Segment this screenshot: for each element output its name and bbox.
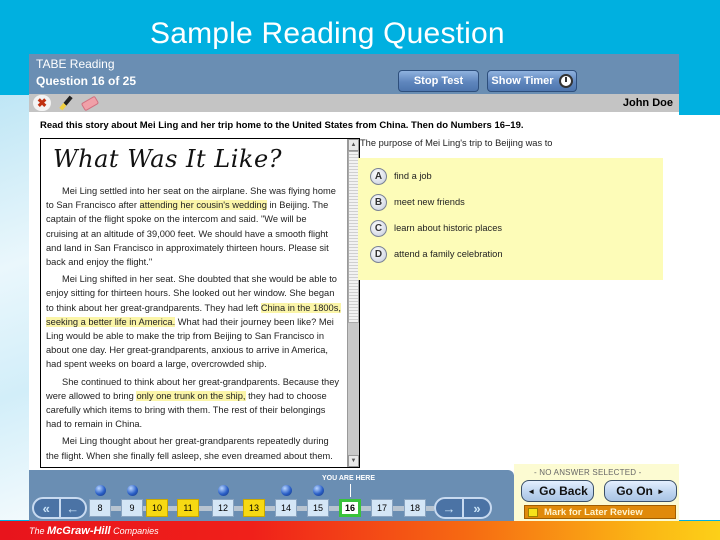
brand-name: McGraw-Hill (47, 525, 111, 537)
next-page-icon[interactable]: → (436, 499, 462, 517)
answer-bubble[interactable]: C (370, 219, 387, 237)
background-decoration-right (678, 115, 720, 520)
company-logo: The McGraw-Hill Companies (29, 525, 159, 537)
eraser-icon[interactable] (80, 95, 100, 111)
answer-text: find a job (394, 171, 432, 181)
answered-indicator-icon (313, 485, 324, 496)
passage-paragraph: Mei Ling thought about her great-grandpa… (46, 436, 333, 461)
go-on-button[interactable]: Go On ► (604, 480, 677, 502)
answer-text: meet new friends (394, 197, 465, 207)
answer-option-d[interactable]: D attend a family celebration (370, 244, 503, 264)
right-triangle-icon: ► (656, 486, 665, 496)
question-nav-16[interactable]: 16 (339, 499, 361, 517)
test-header: TABE Reading Question 16 of 25 Stop Test… (29, 54, 679, 94)
reading-passage[interactable]: What Was It Like? Mei Ling settled into … (40, 138, 360, 468)
clock-icon (558, 74, 573, 88)
answer-options: A find a job B meet new friends C learn … (358, 158, 663, 280)
checkbox-icon (528, 507, 538, 517)
back-arrows: « ← (32, 497, 87, 519)
x-mark-icon[interactable]: ✖ (33, 95, 51, 111)
answer-status: - NO ANSWER SELECTED - (534, 468, 642, 477)
question-nav-10[interactable]: 10 (146, 499, 168, 517)
question-counter: Question 16 of 25 (36, 74, 137, 88)
question-nav-9[interactable]: 9 (121, 499, 143, 517)
question-nav-14[interactable]: 14 (275, 499, 297, 517)
answer-option-b[interactable]: B meet new friends (370, 192, 465, 212)
last-page-icon[interactable]: » (462, 499, 490, 517)
prev-page-icon[interactable]: ← (58, 499, 86, 517)
test-app-window: TABE Reading Question 16 of 25 Stop Test… (29, 54, 679, 521)
go-back-button[interactable]: ◄ Go Back (521, 480, 594, 502)
passage-paragraph: She continued to think about her great-g… (46, 376, 340, 430)
question-nav-11[interactable]: 11 (177, 499, 199, 517)
question-nav-18[interactable]: 18 (404, 499, 426, 517)
instructions: Read this story about Mei Ling and her t… (40, 120, 524, 131)
forward-arrows: → » (434, 497, 492, 519)
mark-review-label: Mark for Later Review (544, 506, 643, 518)
brand-prefix: The (29, 526, 45, 536)
test-name: TABE Reading (36, 57, 115, 71)
background-decoration (0, 95, 30, 520)
answer-bubble[interactable]: B (370, 193, 387, 211)
answered-indicator-icon (281, 485, 292, 496)
passage-body: Mei Ling settled into her seat on the ai… (46, 184, 341, 466)
answer-option-a[interactable]: A find a job (370, 166, 432, 186)
left-triangle-icon: ◄ (527, 486, 536, 496)
question-nav-15[interactable]: 15 (307, 499, 329, 517)
question-navigator: YOU ARE HERE « ← 8 9 10 11 12 13 14 15 16 17 18 → … (29, 470, 514, 521)
highlighter-icon[interactable] (57, 95, 75, 111)
question-nav-8[interactable]: 8 (89, 499, 111, 517)
passage-paragraph: Mei Ling shifted in her seat. She doubte… (46, 274, 341, 370)
question-nav-13[interactable]: 13 (243, 499, 265, 517)
answer-text: attend a family celebration (394, 249, 503, 259)
go-back-label: Go Back (539, 484, 588, 498)
show-timer-label: Show Timer (491, 75, 554, 87)
stop-test-button[interactable]: Stop Test (398, 70, 479, 92)
answered-indicator-icon (127, 485, 138, 496)
show-timer-button[interactable]: Show Timer (487, 70, 577, 92)
scroll-up-arrow-icon[interactable]: ▲ (348, 139, 359, 151)
highlighted-text: only one trunk on the ship, (136, 390, 246, 401)
passage-title: What Was It Like? (53, 145, 283, 173)
slide-title: Sample Reading Question (150, 17, 505, 50)
first-page-icon[interactable]: « (34, 499, 59, 517)
passage-paragraph: Mei Ling settled into her seat on the ai… (46, 186, 336, 268)
mark-for-review-checkbox[interactable]: Mark for Later Review (524, 505, 676, 519)
scroll-down-arrow-icon[interactable]: ▼ (348, 455, 359, 467)
answer-bubble[interactable]: A (370, 167, 387, 185)
username: John Doe (622, 97, 673, 109)
question-stem: The purpose of Mei Ling's trip to Beijin… (360, 138, 553, 148)
stop-test-label: Stop Test (413, 75, 464, 87)
brand-suffix: Companies (113, 526, 159, 536)
tool-bar: ✖ John Doe (29, 94, 679, 112)
answer-bubble[interactable]: D (370, 245, 387, 263)
you-are-here-label: YOU ARE HERE (322, 475, 376, 482)
footer-bar: The McGraw-Hill Companies (0, 521, 720, 540)
you-are-here-pointer (350, 484, 351, 497)
answered-indicator-icon (95, 485, 106, 496)
question-nav-17[interactable]: 17 (371, 499, 393, 517)
go-on-label: Go On (616, 484, 653, 498)
answer-option-c[interactable]: C learn about historic places (370, 218, 502, 238)
answer-text: learn about historic places (394, 223, 503, 233)
answered-indicator-icon (218, 485, 229, 496)
answer-status-panel: - NO ANSWER SELECTED - ◄ Go Back Go On ►… (514, 464, 679, 521)
highlighted-text: attending her cousin's wedding (139, 200, 267, 211)
question-nav-12[interactable]: 12 (212, 499, 234, 517)
